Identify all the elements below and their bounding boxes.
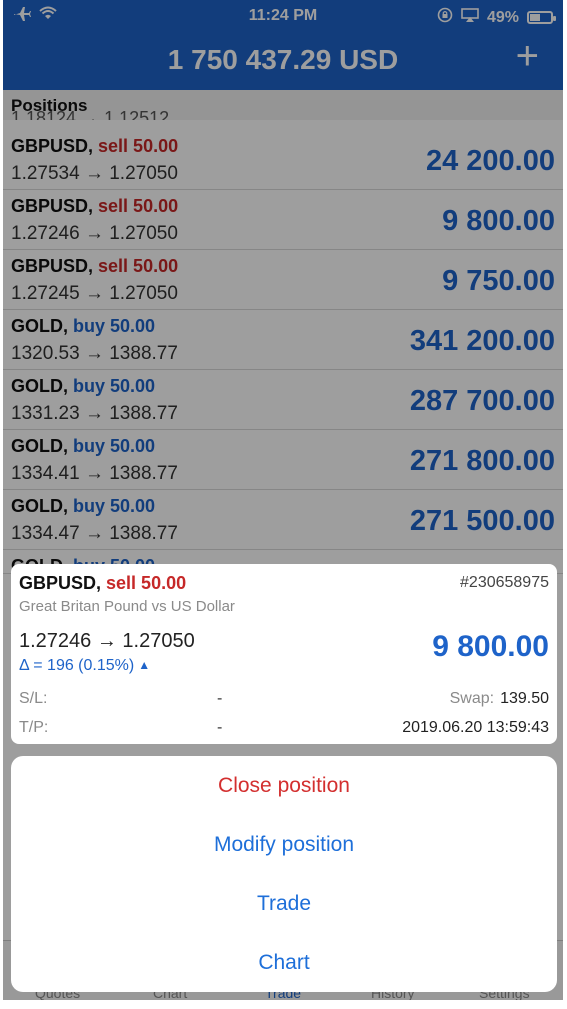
close-position-button[interactable]: Close position — [11, 756, 557, 815]
sl-label: S/L: — [19, 690, 48, 707]
chart-button[interactable]: Chart — [11, 933, 557, 992]
position-detail-card: GBPUSD, sell 50.00 #230658975 Great Brit… — [11, 564, 557, 744]
detail-delta: Δ = 196 (0.15%) — [19, 657, 135, 674]
trade-button[interactable]: Trade — [11, 874, 557, 933]
open-time: 2019.06.20 13:59:43 — [402, 719, 549, 736]
tp-label: T/P: — [19, 719, 49, 736]
detail-prices: 1.27246 → 1.27050 — [19, 630, 195, 652]
detail-title: GBPUSD, sell 50.00 — [19, 573, 186, 594]
tp-value: - — [217, 719, 223, 736]
detail-delta-toggle[interactable]: Δ = 196 (0.15%) ▲ — [19, 657, 150, 675]
detail-description: Great Britan Pound vs US Dollar — [19, 598, 235, 615]
detail-side: sell 50.00 — [106, 573, 187, 593]
detail-profit: 9 800.00 — [432, 630, 549, 663]
action-sheet: Close position Modify position Trade Cha… — [11, 756, 557, 992]
swap-field: Swap: 139.50 — [450, 690, 549, 708]
detail-ticket: #230658975 — [460, 574, 549, 591]
modify-position-button[interactable]: Modify position — [11, 815, 557, 874]
detail-symbol: GBPUSD, — [19, 573, 102, 593]
sl-value: - — [217, 690, 223, 707]
app-screen: 11:24 PM 49% 1 750 437.29 USD + Position… — [3, 0, 563, 1000]
swap-value: 139.50 — [500, 690, 549, 707]
chevron-up-icon: ▲ — [138, 658, 151, 672]
swap-label: Swap: — [449, 690, 495, 707]
